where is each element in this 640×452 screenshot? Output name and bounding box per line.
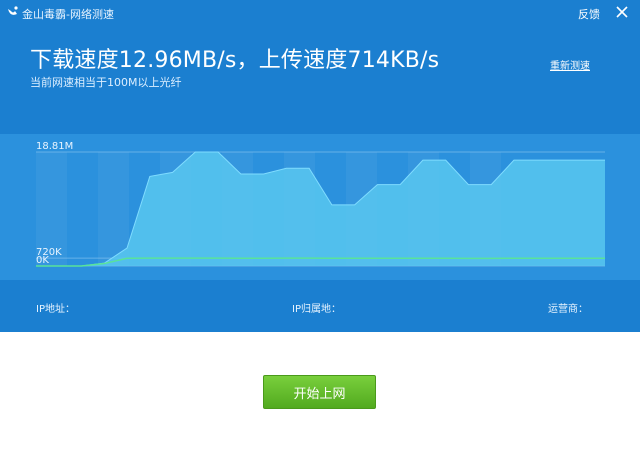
retest-link[interactable]: 重新测速 — [550, 57, 590, 72]
window-title: 金山毒霸-网络测速 — [22, 8, 114, 21]
speed-headline: 下载速度12.96MB/s，上传速度714KB/s — [30, 48, 440, 73]
y-tick-label: 0K — [36, 255, 49, 266]
duba-logo-icon — [8, 6, 18, 15]
title-bar: 金山毒霸-网络测速 反馈 — [0, 0, 640, 26]
result-panel: 金山毒霸-网络测速 反馈 下载速度12.96MB/s，上传速度714KB/s 当… — [0, 0, 640, 332]
speed-test-window: 金山毒霸-网络测速 反馈 下载速度12.96MB/s，上传速度714KB/s 当… — [0, 0, 640, 452]
y-tick-label: 18.81M — [36, 141, 73, 152]
close-icon[interactable] — [614, 4, 630, 20]
speed-chart: 18.81M720K0K — [36, 141, 605, 267]
ip-address-label: IP地址： — [36, 304, 75, 315]
feedback-link[interactable]: 反馈 — [578, 6, 600, 22]
isp-label: 运营商： — [548, 304, 588, 315]
ip-location-label: IP归属地： — [292, 304, 341, 315]
speed-comparison-text: 当前网速相当于100M以上光纤 — [30, 76, 182, 89]
start-browsing-button[interactable]: 开始上网 — [263, 375, 376, 409]
chart-column-band — [98, 152, 129, 266]
